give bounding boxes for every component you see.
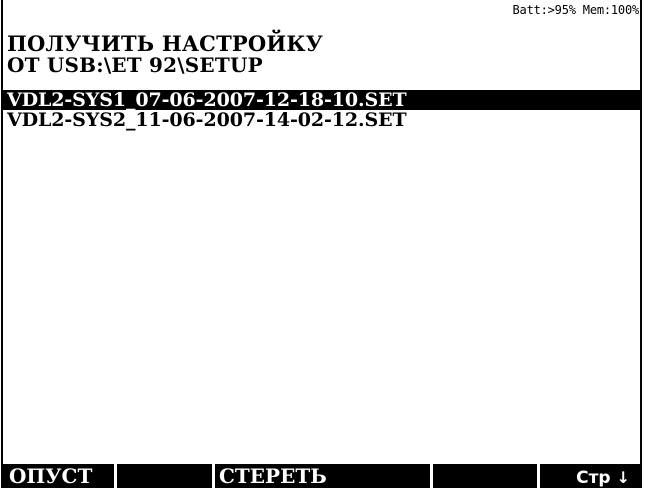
file-item-sys2[interactable]: VDL2-SYS2_11-06-2007-14-02-12.SET bbox=[3, 110, 640, 130]
file-item-sys1[interactable]: VDL2-SYS1_07-06-2007-12-18-10.SET bbox=[3, 90, 640, 110]
softkey-cancel[interactable]: ОПУСТ bbox=[3, 464, 117, 488]
softkey-delete[interactable]: СТЕРЕТЬ bbox=[215, 464, 433, 488]
softkey-bar: ОПУСТ СТЕРЕТЬ Стр ↓ bbox=[3, 464, 640, 488]
softkey-blank-2[interactable] bbox=[117, 464, 215, 488]
arrow-down-icon: ↓ bbox=[616, 468, 630, 487]
softkey-page-label: Стр bbox=[576, 468, 611, 488]
softkey-page-down[interactable]: Стр ↓ bbox=[540, 464, 640, 488]
softkey-delete-label: СТЕРЕТЬ bbox=[219, 464, 327, 488]
status-bar: Batt:>95% Mem:100% bbox=[512, 3, 640, 17]
file-list: VDL2-SYS1_07-06-2007-12-18-10.SET VDL2-S… bbox=[3, 90, 640, 130]
softkey-cancel-label: ОПУСТ bbox=[9, 464, 93, 488]
softkey-blank-4[interactable] bbox=[433, 464, 540, 488]
battery-status: Batt:>95% bbox=[512, 3, 576, 17]
memory-status: Mem:100% bbox=[582, 3, 639, 17]
source-path: ОТ USB:\ET 92\SETUP bbox=[7, 53, 263, 77]
page-title: ПОЛУЧИТЬ НАСТРОЙКУ bbox=[7, 31, 323, 56]
